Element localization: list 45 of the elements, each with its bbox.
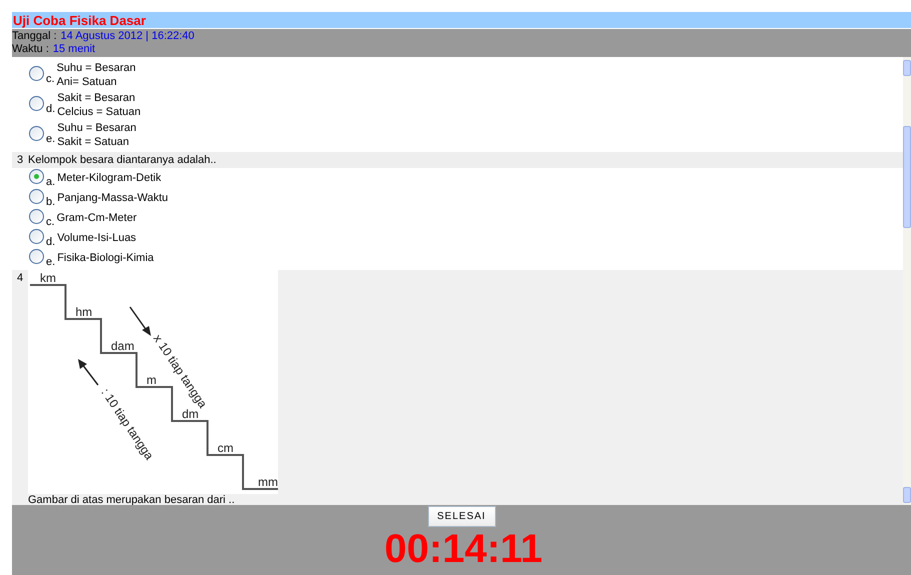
option-letter: d.: [46, 102, 56, 114]
option-text: Meter-Kilogram-Detik: [57, 171, 162, 185]
countdown-timer: 00:14:11: [384, 527, 542, 571]
scrollbar[interactable]: [903, 57, 911, 505]
unit-label: cm: [218, 441, 234, 455]
question-text: Kelompok besara diantaranya adalah..: [28, 154, 216, 166]
arrow-icon: [129, 306, 151, 336]
option-letter: d.: [46, 236, 56, 248]
finish-button[interactable]: SELESAI: [428, 506, 496, 527]
option-text: Panjang-Massa-Waktu: [57, 191, 168, 205]
radio-button[interactable]: [29, 96, 44, 110]
unit-label: m: [146, 373, 156, 387]
question-number: 4: [16, 271, 24, 284]
option-text: Suhu = Besaran Sakit = Satuan: [57, 121, 136, 149]
radio-button[interactable]: [29, 248, 44, 264]
unit-label: mm: [258, 475, 278, 489]
option-letter: b.: [46, 196, 56, 208]
info-value: 15 menit: [52, 43, 96, 55]
option-letter: a.: [46, 176, 56, 188]
radio-button[interactable]: [29, 168, 44, 184]
option-text: Sakit = Besaran Celcius = Satuan: [57, 91, 141, 119]
unit-label: km: [40, 271, 56, 285]
unit-label: hm: [76, 305, 92, 319]
option-letter: e.: [46, 256, 56, 268]
radio-button[interactable]: [29, 66, 44, 80]
option-text: Volume-Isi-Luas: [57, 231, 136, 245]
question-number: 3: [16, 154, 24, 166]
radio-button[interactable]: [29, 208, 44, 224]
option-text: Gram-Cm-Meter: [56, 211, 137, 225]
page-title: Uji Coba Fisika Dasar: [12, 12, 146, 28]
arrow-icon: [78, 359, 99, 386]
radio-button[interactable]: [29, 126, 44, 140]
option-letter: c.: [46, 216, 55, 228]
radio-button[interactable]: [29, 188, 44, 204]
scroll-thumb[interactable]: [903, 126, 911, 228]
option-text: Fisika-Biologi-Kimia: [57, 251, 154, 265]
unit-label: dm: [182, 407, 199, 421]
info-value: 14 Agustus 2012 | 16:22:40: [60, 30, 194, 42]
radio-button[interactable]: [29, 228, 44, 244]
unit-label: dam: [111, 339, 134, 353]
option-text: Suhu = Besaran Ani= Satuan: [56, 61, 136, 89]
info-label: Tanggal :: [12, 30, 57, 42]
info-label: Waktu :: [12, 43, 49, 55]
option-letter: c.: [46, 72, 55, 84]
option-letter: e.: [46, 132, 56, 144]
